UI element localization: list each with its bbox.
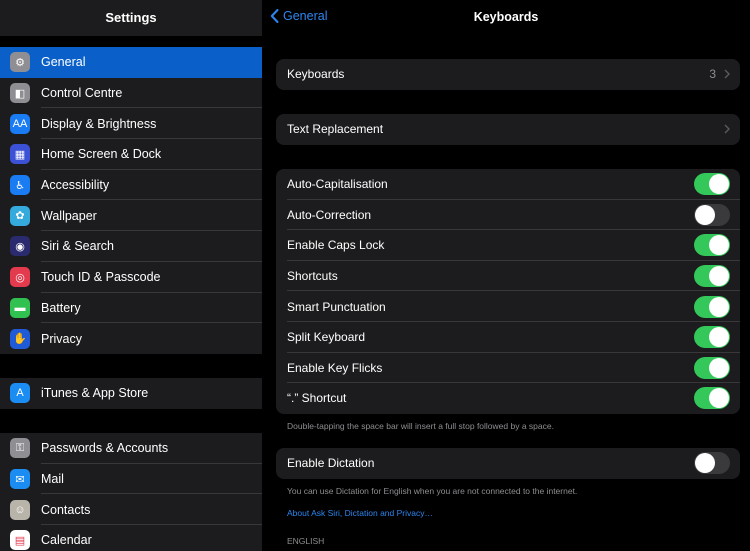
- flower-icon: ✿: [10, 205, 30, 226]
- sidebar-item-label: Battery: [41, 300, 81, 315]
- chevron-right-icon: [724, 124, 730, 134]
- sidebar-item-accessibility[interactable]: ♿ Accessibility: [0, 170, 262, 201]
- text-replacement-row[interactable]: Text Replacement: [276, 114, 740, 145]
- option-row-shortcut: “.” Shortcut: [276, 383, 740, 414]
- sidebar-item-label: Accessibility: [41, 178, 110, 193]
- option-row-shortcuts: Shortcuts: [276, 261, 740, 292]
- dictation-row: Enable Dictation: [276, 448, 740, 479]
- sidebar-item-label: Calendar: [41, 533, 92, 548]
- option-row-enable-key-flicks: Enable Key Flicks: [276, 353, 740, 384]
- mail-icon: ✉: [10, 469, 30, 490]
- keyboards-row[interactable]: Keyboards 3: [276, 59, 740, 90]
- keyboard-options-card: Auto-Capitalisation Auto-Correction Enable…: [276, 169, 740, 414]
- text-replacement-card: Text Replacement: [276, 114, 740, 145]
- text-size-icon: AA: [10, 113, 30, 134]
- auto-correction-toggle[interactable]: [694, 203, 730, 226]
- sidebar-item-contacts[interactable]: ☺ Contacts: [0, 494, 262, 526]
- key-icon: ⚿: [10, 438, 30, 459]
- settings-sidebar: Settings ⚙ General ◧ Control Centre AA Displa…: [0, 0, 262, 551]
- grid-icon: ▦: [10, 144, 30, 165]
- section-header-english: ENGLISH: [287, 536, 325, 546]
- option-label: Split Keyboard: [287, 330, 366, 345]
- sidebar-item-siri-search[interactable]: ◉ Siri & Search: [0, 231, 262, 262]
- sidebar-item-label: Home Screen & Dock: [41, 147, 162, 162]
- option-label: Enable Caps Lock: [287, 238, 385, 253]
- chevron-right-icon: [724, 69, 730, 79]
- enable-key-flicks-toggle[interactable]: [694, 356, 730, 379]
- shortcut-footnote: Double-tapping the space bar will insert…: [287, 421, 554, 431]
- sidebar-title: Settings: [105, 10, 157, 25]
- sidebar-item-wallpaper[interactable]: ✿ Wallpaper: [0, 200, 262, 232]
- toggles-icon: ◧: [10, 83, 30, 104]
- sidebar-item-itunes-app-store[interactable]: AiTunes & App Store: [0, 378, 262, 409]
- sidebar-item-label: Siri & Search: [41, 239, 114, 254]
- sidebar-item-passwords-accounts[interactable]: ⚿ Passwords & Accounts: [0, 433, 262, 464]
- sidebar-item-label: Touch ID & Passcode: [41, 270, 161, 285]
- dictation-card: Enable Dictation: [276, 448, 740, 479]
- keyboards-card: Keyboards 3: [276, 59, 740, 90]
- sidebar-header: Settings: [0, 0, 262, 36]
- sidebar-item-home-screen-dock[interactable]: ▦ Home Screen & Dock: [0, 139, 262, 170]
- smart-punctuation-toggle[interactable]: [694, 295, 730, 318]
- auto-capitalisation-toggle[interactable]: [694, 173, 730, 196]
- sidebar-item-label: General: [41, 55, 86, 70]
- sidebar-item-label: iTunes & App Store: [41, 386, 149, 401]
- sidebar-item-general[interactable]: ⚙ General: [0, 47, 262, 78]
- dictation-label: Enable Dictation: [287, 456, 375, 471]
- sidebar-item-label: Wallpaper: [41, 208, 97, 223]
- siri-icon: ◉: [10, 236, 30, 257]
- option-label: Auto-Capitalisation: [287, 177, 388, 192]
- shortcuts-toggle[interactable]: [694, 265, 730, 288]
- sidebar-item-mail[interactable]: ✉ Mail: [0, 464, 262, 495]
- sidebar-item-label: Privacy: [41, 331, 82, 346]
- option-label: Auto-Correction: [287, 207, 372, 222]
- contacts-icon: ☺: [10, 499, 30, 520]
- sidebar-item-label: Display & Brightness: [41, 116, 157, 131]
- option-row-split-keyboard: Split Keyboard: [276, 322, 740, 353]
- app-store-icon: A: [10, 383, 30, 404]
- dictation-toggle[interactable]: [694, 452, 730, 475]
- option-row-auto-correction: Auto-Correction: [276, 200, 740, 231]
- sidebar-item-privacy[interactable]: ✋ Privacy: [0, 323, 262, 354]
- option-label: Shortcuts: [287, 269, 338, 284]
- option-label: “.” Shortcut: [287, 391, 347, 406]
- sidebar-group: ⚿ Passwords & Accounts ✉ Mail ☺ Contacts ▤ Cale…: [0, 433, 262, 551]
- sidebar-group: AiTunes & App Store: [0, 378, 262, 409]
- option-row-enable-caps-lock: Enable Caps Lock: [276, 230, 740, 261]
- calendar-icon: ▤: [10, 530, 30, 551]
- hand-icon: ✋: [10, 328, 30, 349]
- sidebar-item-display-brightness[interactable]: AA Display & Brightness: [0, 108, 262, 140]
- option-label: Enable Key Flicks: [287, 360, 383, 375]
- dictation-privacy-link[interactable]: About Ask Siri, Dictation and Privacy…: [287, 508, 433, 518]
- text-replacement-label: Text Replacement: [287, 122, 384, 137]
- gear-icon: ⚙: [10, 52, 30, 73]
- option-row-auto-capitalisation: Auto-Capitalisation: [276, 169, 740, 200]
- fingerprint-icon: ◎: [10, 267, 30, 288]
- sidebar-item-label: Contacts: [41, 502, 91, 517]
- dictation-footnote: You can use Dictation for English when y…: [287, 486, 578, 496]
- page-title: Keyboards: [473, 10, 539, 24]
- sidebar-item-label: Passwords & Accounts: [41, 441, 169, 456]
- sidebar-item-label: Mail: [41, 472, 64, 487]
- option-label: Smart Punctuation: [287, 299, 386, 314]
- keyboards-pane: General Keyboards Keyboards 3 Text Repla…: [262, 0, 750, 551]
- sidebar-item-control-centre[interactable]: ◧ Control Centre: [0, 78, 262, 109]
- accessibility-icon: ♿: [10, 175, 30, 196]
- sidebar-item-label: Control Centre: [41, 86, 123, 101]
- sidebar-item-battery[interactable]: ▬ Battery: [0, 293, 262, 324]
- shortcut-toggle[interactable]: [694, 387, 730, 410]
- sidebar-item-calendar[interactable]: ▤ Calendar: [0, 525, 262, 551]
- sidebar-item-touch-id-passcode[interactable]: ◎ Touch ID & Passcode: [0, 262, 262, 293]
- enable-caps-lock-toggle[interactable]: [694, 234, 730, 257]
- battery-icon: ▬: [10, 297, 30, 318]
- keyboards-count: 3: [709, 67, 716, 82]
- sidebar-group: ⚙ General ◧ Control Centre AA Display & Brigh…: [0, 47, 262, 354]
- split-keyboard-toggle[interactable]: [694, 326, 730, 349]
- keyboards-label: Keyboards: [287, 67, 345, 82]
- option-row-smart-punctuation: Smart Punctuation: [276, 291, 740, 322]
